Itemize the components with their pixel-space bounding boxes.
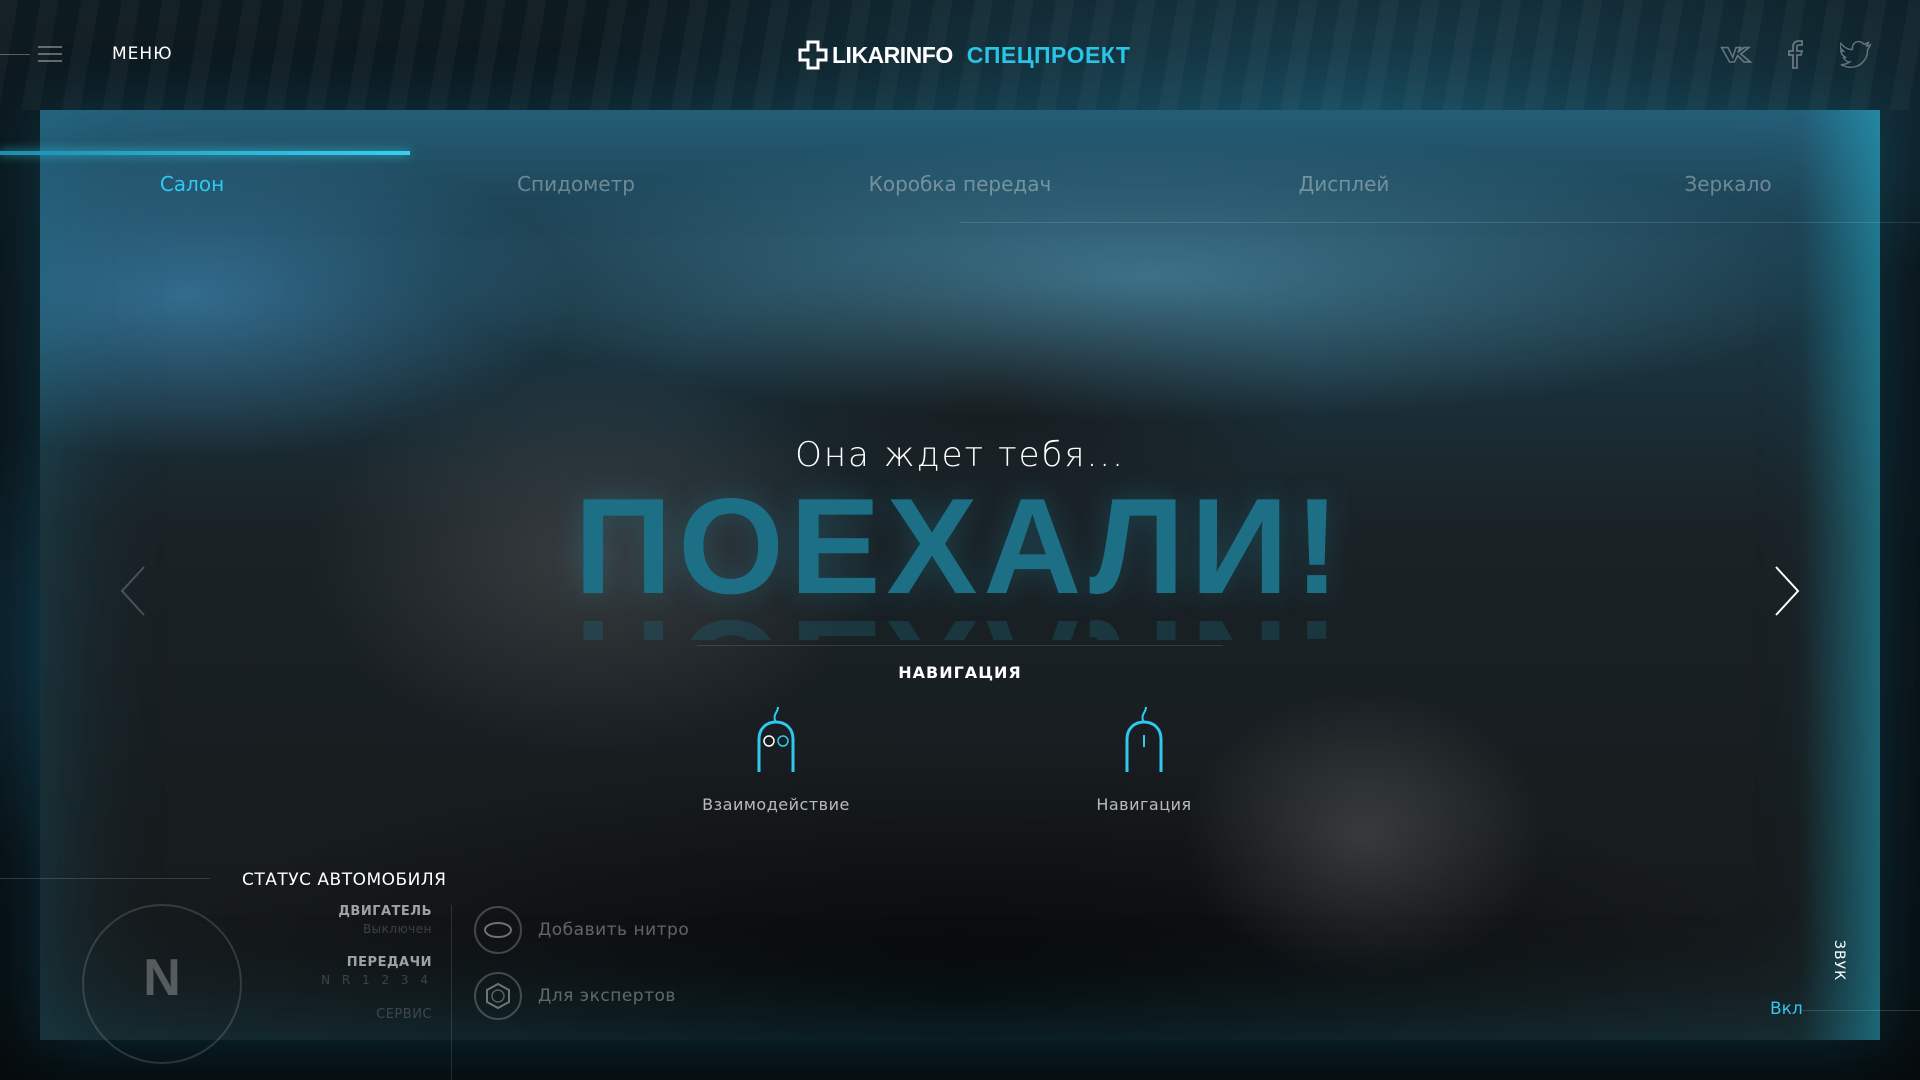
current-gear: N [143, 949, 181, 1007]
nav-navigation[interactable]: Навигация [1034, 705, 1254, 814]
logo-subtitle: СПЕЦПРОЕКТ [966, 41, 1131, 68]
center-divider [697, 645, 1223, 646]
header: МЕНЮ LIKARINFO СПЕЦПРОЕКТ [0, 0, 1920, 110]
hero-subtitle: Она ждет тебя... [795, 435, 1125, 475]
mouse-scroll-icon [1125, 706, 1163, 772]
engine-label: ДВИГАТЕЛЬ [338, 904, 432, 919]
experts-button[interactable]: Для экспертов [474, 972, 676, 1020]
experts-label: Для экспертов [538, 986, 676, 1006]
status-divider [0, 878, 210, 879]
engine-status: ДВИГАТЕЛЬ Выключен [338, 904, 432, 936]
tab-gearbox[interactable]: Коробка передач [869, 172, 1052, 196]
tab-mirror[interactable]: Зеркало [1684, 172, 1771, 196]
tab-speedometer[interactable]: Спидометр [517, 172, 635, 196]
expert-icon [474, 972, 522, 1020]
social-links [1720, 40, 1872, 69]
gears-status: ПЕРЕДАЧИ N R 1 2 3 4 [321, 955, 432, 987]
menu-divider [0, 54, 30, 55]
vk-icon[interactable] [1720, 40, 1752, 68]
status-separator [451, 905, 452, 1080]
nav-interaction[interactable]: Взаимодействие [666, 705, 886, 814]
service-status: СЕРВИС [376, 1004, 432, 1022]
tab-salon[interactable]: Салон [160, 172, 224, 196]
hamburger-menu-icon[interactable] [38, 44, 62, 64]
menu-button[interactable]: МЕНЮ [112, 44, 173, 64]
tab-progress-bar [0, 151, 410, 155]
hero-title[interactable]: ПОЕХАЛИ! [0, 478, 1920, 614]
service-label: СЕРВИС [376, 1007, 432, 1022]
twitter-icon[interactable] [1840, 40, 1872, 69]
logo[interactable]: LIKARINFO СПЕЦПРОЕКТ [798, 38, 1130, 72]
tab-display[interactable]: Дисплей [1299, 172, 1390, 196]
gears-label: ПЕРЕДАЧИ [346, 955, 432, 970]
navigation-title: НАВИГАЦИЯ [898, 663, 1022, 682]
mouse-click-icon [757, 706, 795, 772]
status-title: СТАТУС АВТОМОБИЛЯ [242, 870, 447, 890]
add-nitro-button[interactable]: Добавить нитро [474, 906, 689, 954]
sound-toggle[interactable]: Вкл [1770, 999, 1803, 1019]
gears-value: N R 1 2 3 4 [321, 973, 432, 987]
engine-value: Выключен [362, 922, 432, 936]
sound-divider [1800, 1010, 1920, 1011]
add-nitro-label: Добавить нитро [538, 920, 690, 940]
nitro-icon [474, 906, 522, 954]
logo-text: LIKARINFO [832, 41, 953, 68]
medical-cross-icon [798, 40, 828, 70]
nav-interaction-label: Взаимодействие [702, 795, 850, 814]
hero-title-reflection: ПОЕХАЛИ! [0, 600, 1920, 640]
nav-navigation-label: Навигация [1096, 795, 1192, 814]
sound-label: ЗВУК [1831, 940, 1847, 982]
facebook-icon[interactable] [1780, 40, 1812, 69]
tabs-divider [960, 222, 1920, 223]
